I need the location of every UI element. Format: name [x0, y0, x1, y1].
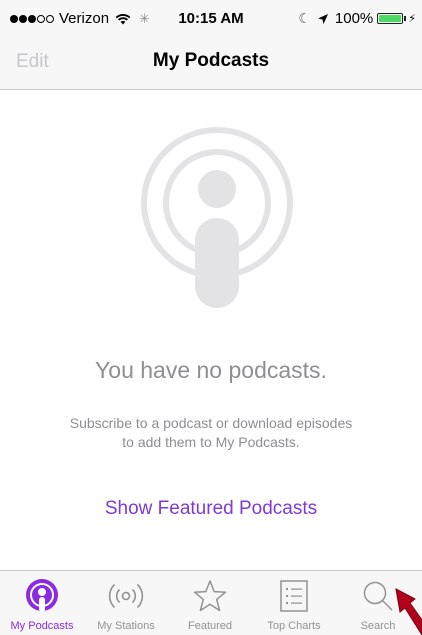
show-featured-podcasts-link[interactable]: Show Featured Podcasts — [0, 498, 422, 520]
navigation-bar: Edit My Podcasts — [0, 36, 422, 90]
tab-my-podcasts[interactable]: My Podcasts — [0, 571, 84, 635]
podcasts-screen: Verizon ✳ 10:15 AM ☾ 100% ⚡ Edit My Podc… — [0, 0, 422, 635]
list-icon — [252, 576, 336, 616]
charging-bolt-icon: ⚡ — [408, 13, 416, 25]
tab-label-my-podcasts: My Podcasts — [10, 620, 74, 632]
tab-top-charts[interactable]: Top Charts — [252, 571, 336, 635]
empty-state-description: Subscribe to a podcast or download episo… — [30, 414, 392, 452]
battery-icon — [377, 13, 404, 24]
battery-nub — [404, 16, 407, 21]
tab-bar: My Podcasts My Stations Featured Top Cha… — [0, 570, 422, 635]
moon-icon: ☾ — [298, 10, 311, 26]
empty-state-title: You have no podcasts. — [95, 357, 327, 383]
radio-waves-icon — [84, 576, 168, 616]
tab-featured[interactable]: Featured — [168, 571, 252, 635]
tab-label-featured: Featured — [187, 620, 233, 632]
tab-my-stations[interactable]: My Stations — [84, 571, 168, 635]
red-arrow-icon — [395, 588, 422, 635]
status-bar: Verizon ✳ 10:15 AM ☾ 100% ⚡ — [0, 0, 422, 36]
battery-percent: 100% — [334, 10, 374, 27]
tab-label-my-stations: My Stations — [97, 620, 155, 632]
tab-label-top-charts: Top Charts — [267, 620, 321, 632]
podcast-icon — [141, 127, 293, 308]
empty-state-description-line2: to add them to My Podcasts. — [122, 434, 300, 450]
star-icon — [168, 576, 252, 616]
empty-state-description-line1: Subscribe to a podcast or download episo… — [69, 415, 353, 431]
location-arrow-icon — [317, 13, 328, 24]
status-right: ☾ 100% ⚡ — [298, 10, 416, 27]
page-title: My Podcasts — [152, 50, 270, 71]
podcast-icon — [0, 576, 84, 616]
